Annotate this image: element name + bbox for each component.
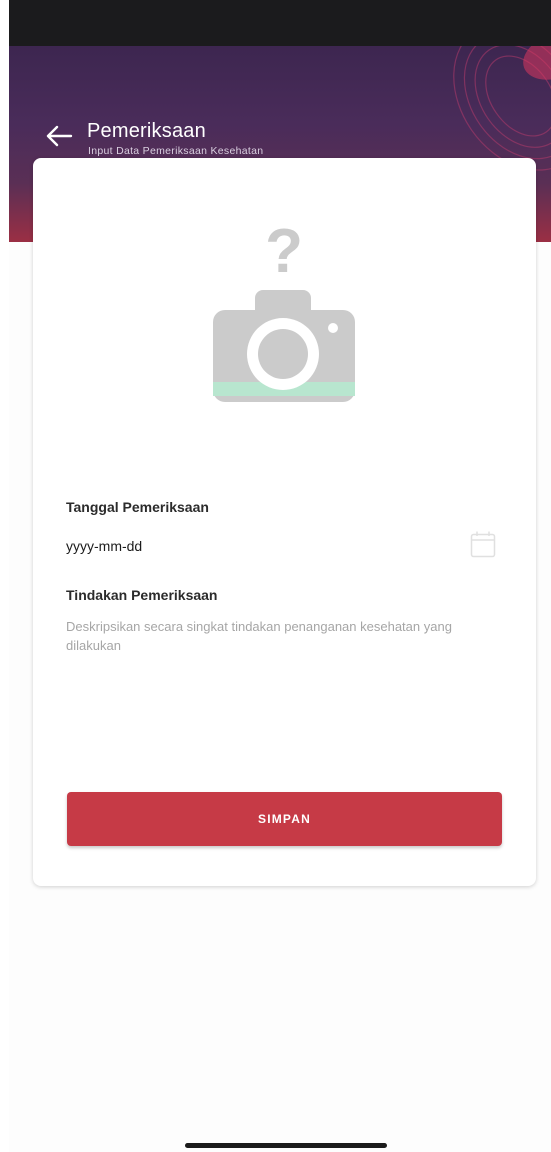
page-subtitle: Input Data Pemeriksaan Kesehatan	[88, 145, 264, 157]
description-textarea[interactable]	[66, 617, 506, 737]
date-input[interactable]: yyyy-mm-dd	[66, 538, 142, 554]
camera-question-icon[interactable]: ?	[199, 224, 369, 410]
app-screen: Pemeriksaan Input Data Pemeriksaan Keseh…	[9, 0, 551, 1152]
date-field[interactable]: yyyy-mm-dd	[66, 530, 506, 560]
svg-text:?: ?	[265, 224, 303, 286]
date-label: Tanggal Pemeriksaan	[66, 499, 209, 515]
page-title: Pemeriksaan	[87, 120, 206, 142]
form-card: ? Tanggal Pemeriksaan yyyy-mm-dd Tindaka…	[33, 158, 536, 886]
calendar-icon[interactable]	[470, 530, 496, 558]
description-label: Tindakan Pemeriksaan	[66, 587, 218, 603]
home-indicator	[185, 1143, 387, 1148]
save-button[interactable]: SIMPAN	[67, 792, 502, 846]
status-bar	[9, 0, 551, 46]
back-arrow-icon[interactable]	[45, 124, 73, 148]
